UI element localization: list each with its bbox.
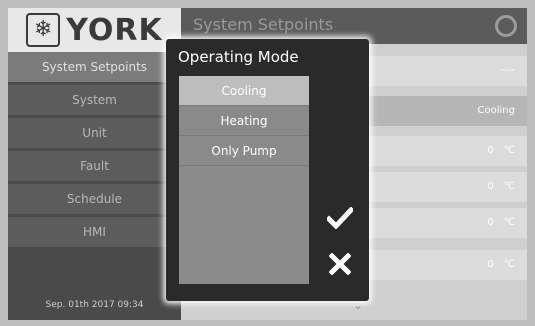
unit-label: ℃ xyxy=(503,181,515,192)
datetime-display: Sep. 01th 2017 09:34 xyxy=(45,300,144,310)
status-ring-icon xyxy=(495,15,517,37)
mode-option-list: Cooling Heating Only Pump xyxy=(179,76,309,284)
sidebar-item-unit[interactable]: Unit xyxy=(8,118,181,148)
unit-label: ℃ xyxy=(503,217,515,228)
cancel-button[interactable] xyxy=(324,248,356,280)
confirm-button[interactable] xyxy=(324,202,356,234)
row-value: 0 ℃ xyxy=(487,259,515,270)
snowflake-icon: ❄ xyxy=(26,13,61,47)
unit-label: ℃ xyxy=(503,259,515,270)
row-value: 0 ℃ xyxy=(487,181,515,192)
option-cooling[interactable]: Cooling xyxy=(179,76,309,106)
option-heating[interactable]: Heating xyxy=(179,106,309,136)
york-logo: ❄ YORK xyxy=(8,8,181,52)
logo-text: YORK xyxy=(66,12,163,48)
sidebar-item-schedule[interactable]: Schedule xyxy=(8,184,181,214)
unit-label: ℃ xyxy=(503,145,515,156)
x-icon xyxy=(329,253,351,275)
sidebar-item-system-setpoints[interactable]: System Setpoints xyxy=(8,52,181,82)
sidebar-item-system[interactable]: System xyxy=(8,85,181,115)
option-only-pump[interactable]: Only Pump xyxy=(179,136,309,166)
sidebar-item-hmi[interactable]: HMI xyxy=(8,217,181,247)
checkmark-icon xyxy=(327,207,353,229)
row-value: 0 ℃ xyxy=(487,217,515,228)
row-value: ---- xyxy=(500,65,515,76)
page-title: System Setpoints xyxy=(193,15,334,34)
row-value: Cooling xyxy=(477,105,515,116)
dialog-title: Operating Mode xyxy=(178,48,299,66)
sidebar-item-fault[interactable]: Fault xyxy=(8,151,181,181)
row-value: 0 ℃ xyxy=(487,145,515,156)
sidebar: ❄ YORK System Setpoints System Unit Faul… xyxy=(8,8,181,320)
operating-mode-dialog: Operating Mode Cooling Heating Only Pump xyxy=(166,39,369,301)
